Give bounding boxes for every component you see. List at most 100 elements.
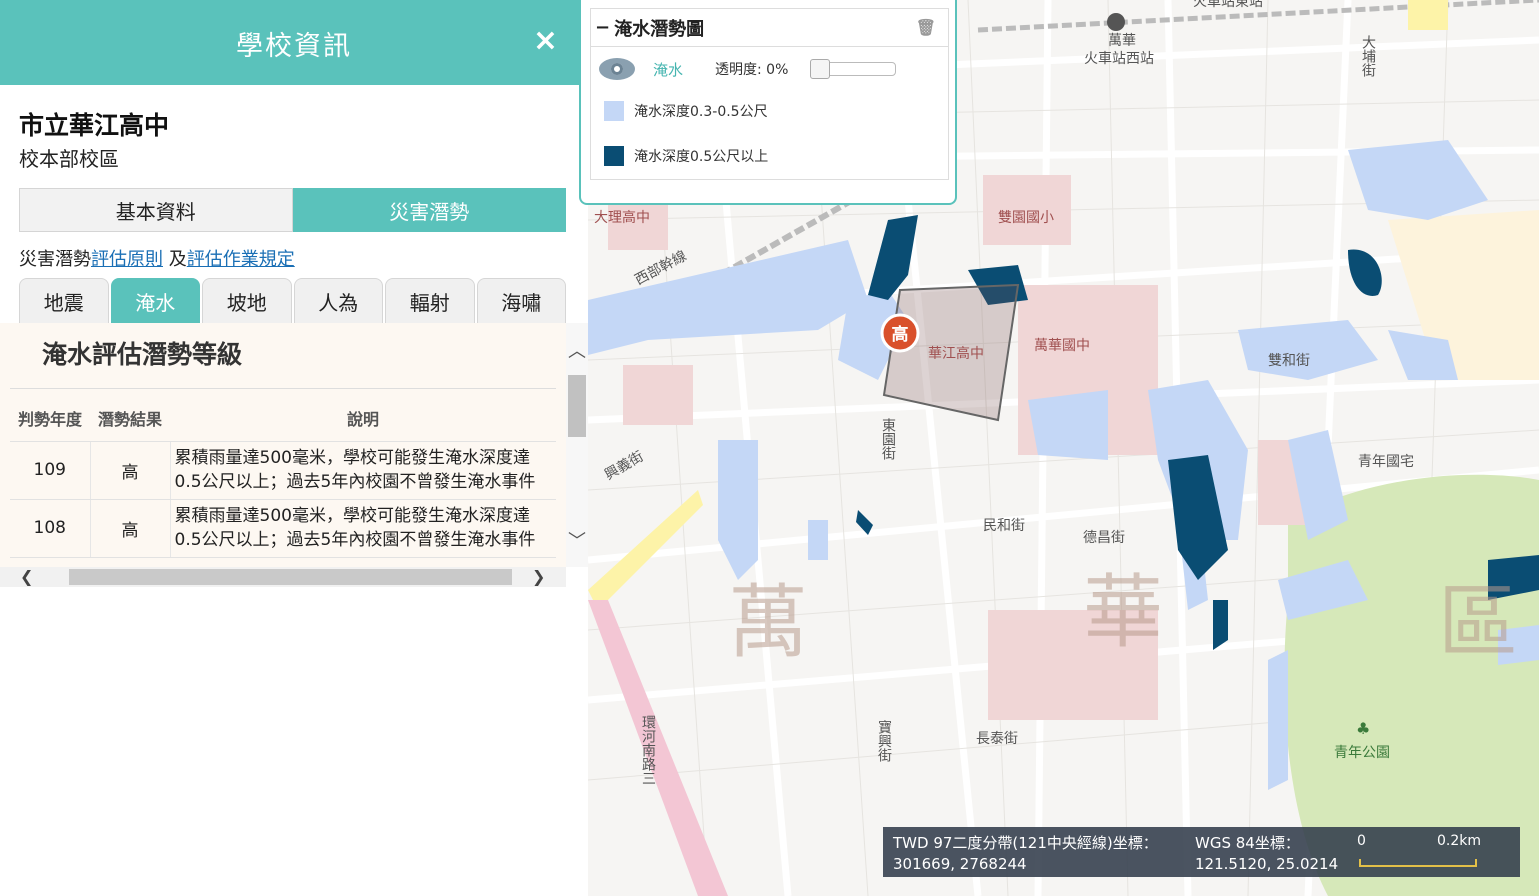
legend-inner: − 淹水潛勢圖 🗑 淹水 透明度: 0% 淹水深度0.3-0.5公尺 淹水深度0…	[590, 8, 949, 180]
panel-header: 學校資訊 ×	[0, 0, 588, 85]
road-label: 雙和街	[1268, 353, 1310, 369]
map-label: 萬華	[1108, 33, 1136, 49]
map-label: 華江高中	[928, 345, 984, 362]
district-label: 區	[1438, 576, 1518, 669]
scale-distance: 0.2km	[1436, 833, 1481, 849]
legend-panel: − 淹水潛勢圖 🗑 淹水 透明度: 0% 淹水深度0.3-0.5公尺 淹水深度0…	[579, 0, 957, 205]
wgs-coords: WGS 84坐標： 121.5120, 25.0214	[1195, 833, 1338, 875]
opacity-slider[interactable]	[810, 59, 897, 79]
map-label: 火車站西站	[1084, 50, 1154, 67]
cell-result: 高	[89, 499, 170, 558]
section-title: 淹水評估潛勢等級	[42, 340, 243, 369]
scroll-thumb[interactable]	[568, 375, 586, 437]
legend-header: − 淹水潛勢圖 🗑	[591, 9, 948, 47]
legend-item: 淹水深度0.5公尺以上	[604, 146, 768, 166]
legend-item: 淹水深度0.3-0.5公尺	[604, 101, 768, 121]
desc-line: 累積雨量達500毫米，學校可能發生淹水深度達	[174, 506, 530, 526]
main-tabs: 基本資料 災害潛勢	[19, 188, 566, 232]
tab-human[interactable]: 人為	[293, 278, 383, 324]
eye-icon[interactable]	[599, 58, 635, 80]
road-label: 德昌街	[1083, 530, 1125, 546]
scroll-right-icon[interactable]: ❯	[532, 567, 545, 587]
tab-radiation[interactable]: 輻射	[385, 278, 475, 324]
close-icon[interactable]: ×	[533, 26, 558, 56]
opacity-label: 透明度: 0%	[715, 62, 789, 78]
column-header: 潛勢結果	[90, 395, 170, 442]
legend-swatch	[604, 101, 624, 121]
table-header-row: 判勢年度 潛勢結果 說明	[10, 395, 556, 442]
eval-mid: 及	[163, 249, 187, 270]
scale-line	[1359, 859, 1477, 867]
legend-label: 淹水深度0.5公尺以上	[634, 149, 769, 165]
table-row: 108 高 累積雨量達500毫米，學校可能發生淹水深度達 0.5公尺以上；過去5年…	[10, 499, 556, 558]
collapse-icon[interactable]: −	[595, 17, 610, 38]
school-marker-label: 高	[892, 324, 909, 345]
tab-disaster-potential[interactable]: 災害潛勢	[292, 188, 566, 232]
legend-title: 淹水潛勢圖	[614, 18, 705, 40]
twd-value: 301669, 2768244	[893, 855, 1027, 873]
map-label: 大理高中	[594, 209, 650, 226]
flood-risk-table: 判勢年度 潛勢結果 說明 109 高 累積雨量達500毫米，學校可能發生淹水深度…	[10, 395, 556, 558]
desc-line: 0.5公尺以上；過去5年內校園不曾發生淹水事件	[174, 530, 536, 550]
cell-description: 累積雨量達500毫米，學校可能發生淹水深度達 0.5公尺以上；過去5年內校園不曾發…	[169, 499, 556, 558]
desc-line: 0.5公尺以上；過去5年內校園不曾發生淹水事件	[174, 472, 536, 492]
column-header: 說明	[170, 395, 556, 442]
evaluation-rules-link[interactable]: 評估作業規定	[187, 249, 295, 270]
hazard-tabs: 地震 淹水 坡地 人為 輻射 海嘯	[19, 278, 566, 324]
district-label: 華	[1083, 566, 1163, 659]
scroll-left-icon[interactable]: ❮	[20, 567, 33, 587]
cell-description: 累積雨量達500毫米，學校可能發生淹水深度達 0.5公尺以上；過去5年內校園不曾發…	[169, 441, 556, 500]
layer-name: 淹水	[653, 60, 684, 79]
map-label: 雙園國小	[998, 210, 1054, 226]
scroll-thumb-horizontal[interactable]	[69, 569, 512, 585]
twd-coords: TWD 97二度分帶(121中央經線)坐標： 301669, 2768244	[893, 833, 1158, 875]
school-marker[interactable]: 高	[880, 313, 920, 353]
road-label: 東園街	[880, 418, 896, 460]
road-label: 長泰街	[976, 731, 1018, 747]
layer-row: 淹水 透明度: 0%	[599, 57, 939, 81]
cell-year: 108	[10, 499, 90, 558]
map-label: 青年公園	[1334, 745, 1390, 761]
tab-slope[interactable]: 坡地	[202, 278, 292, 324]
district-label: 萬	[728, 576, 808, 669]
vertical-scrollbar[interactable]: ︿ ﹀	[566, 323, 588, 567]
tab-tsunami[interactable]: 海嘯	[476, 278, 566, 324]
twd-label: TWD 97二度分帶(121中央經線)坐標：	[893, 834, 1158, 852]
tab-earthquake[interactable]: 地震	[19, 278, 109, 324]
map-label: 青年國宅	[1358, 454, 1414, 470]
evaluation-principle-link[interactable]: 評估原則	[91, 249, 163, 270]
tab-flood[interactable]: 淹水	[110, 278, 200, 324]
cell-year: 109	[10, 441, 90, 500]
road-label: 興義街	[602, 448, 647, 484]
divider	[10, 388, 556, 389]
flood-content: 淹水評估潛勢等級 判勢年度 潛勢結果 說明 109 高 累積雨量達500毫米，學…	[0, 323, 566, 567]
scale-zero: 0	[1357, 833, 1366, 849]
map-label: 萬華國中	[1034, 338, 1090, 354]
tab-basic-info[interactable]: 基本資料	[19, 188, 293, 232]
coordinate-display: TWD 97二度分帶(121中央經線)坐標： 301669, 2768244 W…	[883, 827, 1520, 877]
scroll-down-icon[interactable]: ﹀	[566, 527, 588, 553]
school-info-panel: 學校資訊 × 市立華江高中 校本部校區 基本資料 災害潛勢 災害潛勢評估原則 及…	[0, 0, 588, 896]
map-label: 火車站東站	[1193, 0, 1263, 10]
trash-icon[interactable]: 🗑	[916, 18, 936, 37]
train-icon	[1107, 13, 1125, 31]
tree-icon: ♣	[1356, 719, 1370, 738]
road-label: 寶興街	[876, 720, 892, 762]
road-label: 環河南路三	[640, 715, 656, 785]
wgs-label: WGS 84坐標：	[1195, 834, 1300, 852]
horizontal-scrollbar[interactable]: ❮ ❯	[0, 567, 566, 587]
cell-result: 高	[89, 441, 170, 500]
eval-prefix: 災害潛勢	[19, 249, 91, 270]
scroll-up-icon[interactable]: ︿	[566, 337, 588, 363]
panel-title: 學校資訊	[236, 31, 352, 62]
desc-line: 累積雨量達500毫米，學校可能發生淹水深度達	[174, 448, 530, 468]
road-label: 民和街	[983, 518, 1025, 534]
slider-knob[interactable]	[810, 59, 831, 79]
school-name: 市立華江高中	[19, 111, 170, 140]
evaluation-links: 災害潛勢評估原則 及評估作業規定	[19, 245, 295, 271]
table-row: 109 高 累積雨量達500毫米，學校可能發生淹水深度達 0.5公尺以上；過去5年…	[10, 441, 556, 500]
campus-name: 校本部校區	[19, 147, 119, 171]
road-label: 大埔街	[1360, 35, 1376, 77]
legend-label: 淹水深度0.3-0.5公尺	[634, 104, 768, 120]
legend-swatch	[604, 146, 624, 166]
